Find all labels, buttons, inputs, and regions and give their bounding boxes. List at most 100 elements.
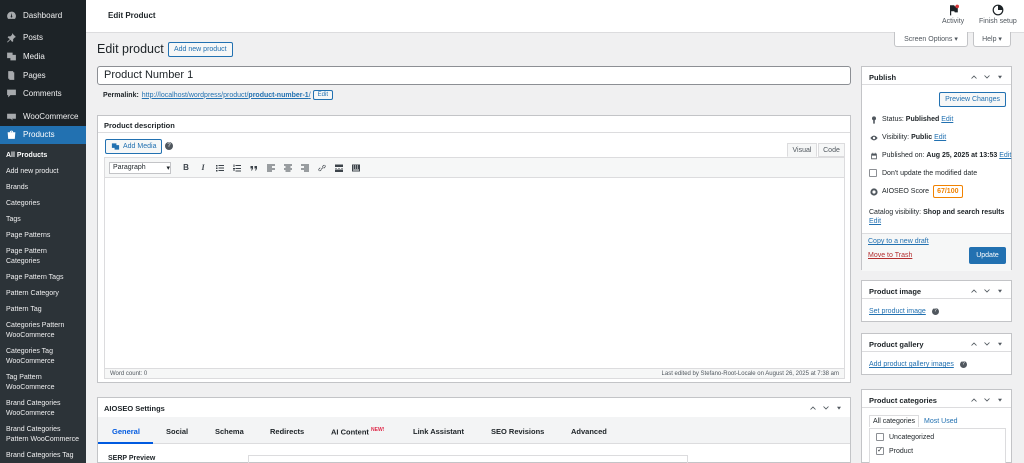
sidebar-item-products[interactable]: Products	[0, 125, 86, 145]
chevron-up-icon[interactable]	[968, 286, 979, 296]
numbered-list-icon[interactable]	[230, 161, 244, 175]
page-heading: Edit product	[97, 42, 164, 56]
caret-down-icon[interactable]	[994, 395, 1005, 405]
link-icon[interactable]	[315, 161, 329, 175]
published-edit-link[interactable]: Edit	[999, 152, 1011, 159]
tab-most-used[interactable]: Most Used	[920, 415, 961, 427]
caret-down-icon[interactable]	[994, 72, 1005, 82]
help-button[interactable]: Help ▾	[973, 32, 1011, 47]
bullet-list-icon[interactable]	[213, 161, 227, 175]
caret-down-icon[interactable]	[994, 286, 1005, 296]
align-left-icon[interactable]	[264, 161, 278, 175]
caret-down-icon[interactable]	[833, 403, 844, 413]
tab-general[interactable]: General	[112, 427, 140, 436]
submenu-item[interactable]: Brand Categories Tag	[0, 448, 86, 463]
preview-changes-button[interactable]: Preview Changes	[939, 92, 1006, 107]
activity-button[interactable]: Activity	[942, 4, 964, 25]
catalog-edit-link[interactable]: Edit	[869, 218, 881, 225]
submenu-item[interactable]: Brand Categories Pattern WooCommerce	[0, 422, 86, 448]
align-right-icon[interactable]	[298, 161, 312, 175]
submenu-item[interactable]: Add new product	[0, 164, 86, 180]
copy-to-draft-link[interactable]: Copy to a new draft	[868, 238, 929, 245]
tab-seo-revisions[interactable]: SEO Revisions	[491, 427, 544, 436]
sidebar-item-posts[interactable]: Posts	[0, 29, 86, 48]
finish-setup-button[interactable]: Finish setup	[979, 4, 1017, 25]
add-gallery-images-link[interactable]: Add product gallery images	[869, 361, 954, 368]
update-button[interactable]: Update	[969, 247, 1006, 264]
submenu-item[interactable]: Page Patterns	[0, 228, 86, 244]
tab-advanced[interactable]: Advanced	[571, 427, 607, 436]
submenu-item[interactable]: Tags	[0, 212, 86, 228]
italic-icon[interactable]: I	[196, 161, 210, 175]
caret-down-icon[interactable]	[994, 339, 1005, 349]
submenu-item[interactable]: Page Pattern Categories	[0, 244, 86, 270]
tab-visual[interactable]: Visual	[787, 143, 817, 157]
read-more-icon[interactable]	[332, 161, 346, 175]
tab-ai-content[interactable]: AI Content NEW!	[331, 427, 384, 437]
tab-all-categories[interactable]: All categories	[869, 415, 920, 427]
submenu-item[interactable]: Pattern Tag	[0, 302, 86, 318]
category-checkbox[interactable]: ✓	[876, 447, 884, 455]
permalink-edit-button[interactable]: Edit	[312, 90, 333, 100]
serp-preview-label: SERP Preview	[108, 455, 156, 462]
help-icon[interactable]: ?	[959, 361, 967, 368]
add-media-button[interactable]: Add Media	[105, 139, 163, 154]
admin-sidebar: Dashboard Posts Media Pages Comments Woo…	[0, 0, 86, 463]
visibility-row: Visibility: Public Edit	[869, 133, 946, 142]
divider	[862, 298, 1011, 299]
align-center-icon[interactable]	[281, 161, 295, 175]
editor-area[interactable]: Paragraph ▾ B I Word count: 0 Last edited…	[104, 157, 845, 379]
permalink-link[interactable]: http://localhost/wordpress/product/produ…	[142, 92, 311, 99]
chevron-up-icon[interactable]	[968, 395, 979, 405]
help-icon[interactable]: ?	[165, 142, 173, 150]
chevron-down-icon[interactable]	[981, 286, 992, 296]
chevron-up-icon[interactable]	[968, 72, 979, 82]
chevron-down-icon[interactable]	[981, 395, 992, 405]
submenu-item[interactable]: Page Pattern Tags	[0, 270, 86, 286]
sidebar-item-woocommerce[interactable]: WooCommerce	[0, 107, 86, 126]
top-header: Edit Product Activity Finish setup	[86, 0, 1024, 33]
screen-options-button[interactable]: Screen Options ▾	[894, 32, 968, 47]
submenu-item[interactable]: Brands	[0, 180, 86, 196]
visibility-edit-link[interactable]: Edit	[934, 134, 946, 141]
tab-code[interactable]: Code	[818, 143, 845, 157]
tab-social[interactable]: Social	[166, 427, 188, 436]
submenu-item[interactable]: Brand Categories WooCommerce	[0, 396, 86, 422]
help-icon[interactable]: ?	[931, 308, 939, 315]
format-select[interactable]: Paragraph ▾	[109, 161, 171, 174]
chevron-up-icon[interactable]	[968, 339, 979, 349]
submenu-item[interactable]: Pattern Category	[0, 286, 86, 302]
products-submenu: All Products Add new product Brands Cate…	[0, 144, 86, 463]
chevron-down-icon[interactable]	[820, 403, 831, 413]
submenu-item[interactable]: Categories	[0, 196, 86, 212]
status-edit-link[interactable]: Edit	[941, 116, 953, 123]
sidebar-item-media[interactable]: Media	[0, 47, 86, 66]
toolbar-toggle-icon[interactable]	[349, 161, 363, 175]
bold-icon[interactable]: B	[179, 161, 193, 175]
chevron-down-icon[interactable]	[981, 72, 992, 82]
set-product-image-link[interactable]: Set product image	[869, 308, 926, 315]
blockquote-icon[interactable]	[247, 161, 261, 175]
submenu-item[interactable]: Categories Pattern WooCommerce	[0, 318, 86, 344]
tab-redirects[interactable]: Redirects	[270, 427, 304, 436]
sidebar-item-comments[interactable]: Comments	[0, 84, 86, 103]
submenu-item[interactable]: Tag Pattern WooCommerce	[0, 370, 86, 396]
move-to-trash-link[interactable]: Move to Trash	[868, 252, 912, 259]
dont-update-checkbox[interactable]	[869, 169, 877, 177]
product-description-box: Product description Add Media ? Visual C…	[97, 115, 851, 383]
tab-link-assistant[interactable]: Link Assistant	[413, 427, 464, 436]
flag-icon	[950, 4, 960, 16]
sidebar-item-pages[interactable]: Pages	[0, 66, 86, 85]
chevron-up-icon[interactable]	[807, 403, 818, 413]
tab-schema[interactable]: Schema	[215, 427, 244, 436]
product-title-input[interactable]: Product Number 1	[97, 66, 851, 85]
sidebar-item-dashboard[interactable]: Dashboard	[0, 6, 86, 25]
submenu-item[interactable]: Categories Tag WooCommerce	[0, 344, 86, 370]
chevron-down-icon[interactable]	[981, 339, 992, 349]
add-new-product-button[interactable]: Add new product	[168, 42, 233, 57]
category-checkbox[interactable]	[876, 433, 884, 441]
submenu-item[interactable]: All Products	[0, 148, 86, 164]
aioseo-score-badge[interactable]: 67/100	[933, 185, 963, 198]
category-label: Uncategorized	[889, 433, 935, 441]
editor-status-bar: Word count: 0 Last edited by Stefano-Roo…	[105, 368, 844, 378]
